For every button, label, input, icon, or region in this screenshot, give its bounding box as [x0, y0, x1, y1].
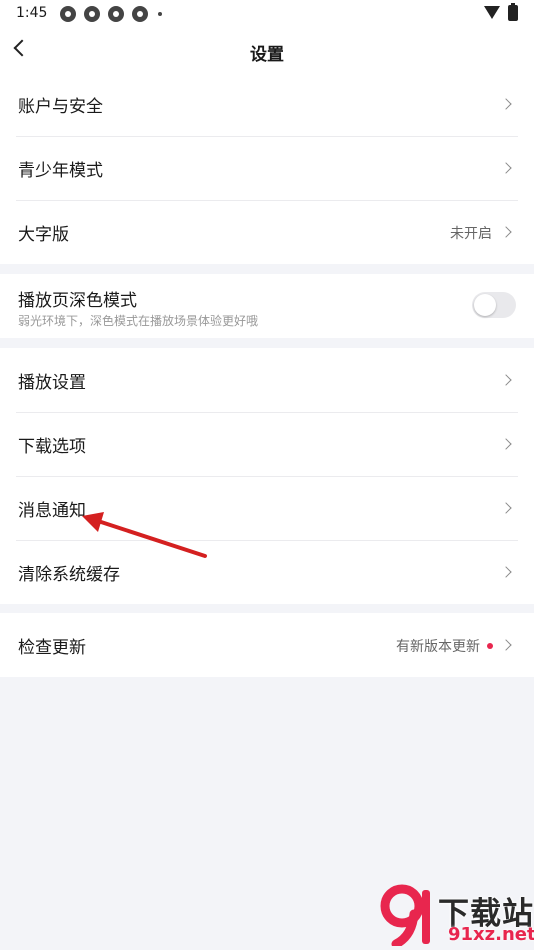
annotation-arrow-icon	[82, 512, 207, 558]
arrow-shaft	[96, 519, 207, 558]
watermark-url: 91xz.net	[448, 924, 534, 945]
watermark-logo-icon	[380, 884, 430, 946]
arrow-head	[82, 512, 104, 532]
watermark: 下载站 91xz.net	[372, 880, 534, 950]
